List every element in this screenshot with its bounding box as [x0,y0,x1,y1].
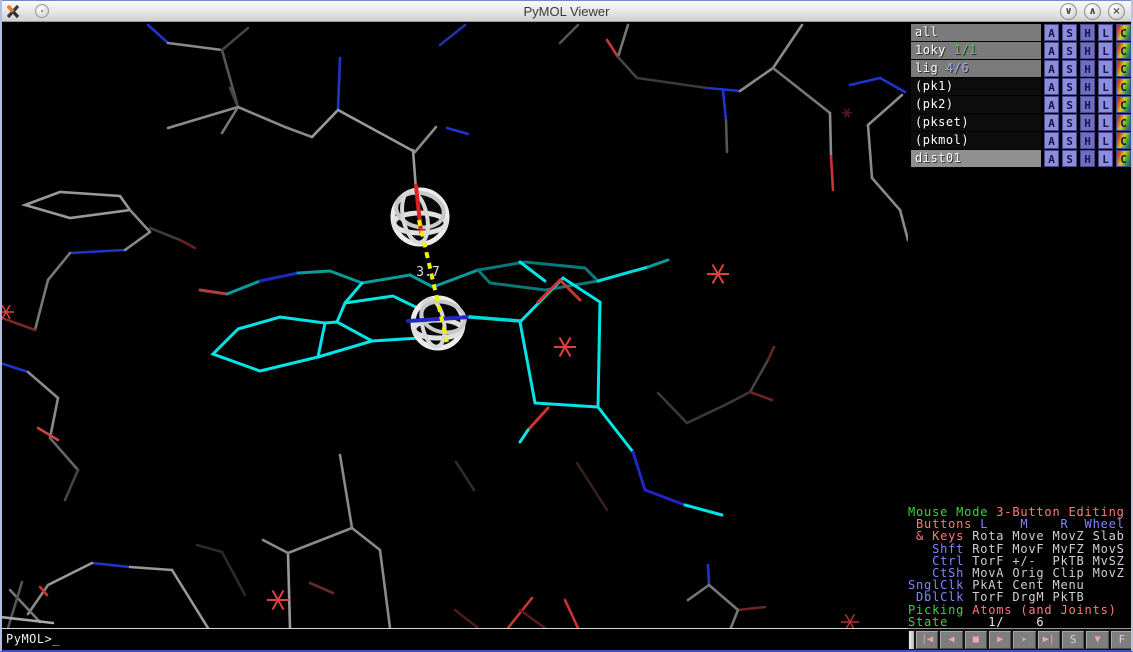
object-row-dist01[interactable]: dist01 ASHLC [911,150,1131,167]
hide-button[interactable]: H [1080,150,1095,167]
molecule-canvas[interactable]: 3.7 [2,22,908,628]
show-button[interactable]: S [1062,150,1077,167]
color-button[interactable]: C [1116,24,1131,41]
object-list: all ASHLC 1oky 1/1 ASHLC lig 4/6 ASHLC (… [908,22,1131,167]
action-button[interactable]: A [1044,78,1059,95]
play-button[interactable]: ▶ [989,631,1011,649]
color-button[interactable]: C [1116,96,1131,113]
action-button[interactable]: A [1044,42,1059,59]
object-state: 4/6 [938,61,969,75]
color-button[interactable]: C [1116,60,1131,77]
label-button[interactable]: L [1098,24,1113,41]
show-button[interactable]: S [1062,78,1077,95]
color-button[interactable]: C [1116,42,1131,59]
label-button[interactable]: L [1098,78,1113,95]
object-name: (pk2) [915,97,954,111]
show-button[interactable]: S [1062,24,1077,41]
show-button[interactable]: S [1062,60,1077,77]
object-name: (pk1) [915,79,954,93]
label-button[interactable]: L [1098,132,1113,149]
cage-sphere-bottom [408,297,520,348]
action-button[interactable]: A [1044,60,1059,77]
object-panel: all ASHLC 1oky 1/1 ASHLC lig 4/6 ASHLC (… [908,22,1131,628]
command-line[interactable]: PyMOL>_ [2,628,908,650]
object-row-pk1[interactable]: (pk1) ASHLC [911,78,1131,95]
titlebar: PyMOL Viewer ∨ ∧ × [0,0,1133,22]
close-icon[interactable]: × [1108,3,1125,20]
stop-button[interactable]: ■ [965,631,987,649]
object-row-pk2[interactable]: (pk2) ASHLC [911,96,1131,113]
object-name: 1oky [915,43,946,57]
scene-button[interactable]: S [1062,631,1084,649]
object-name: (pkset) [915,115,969,129]
skip-start-button[interactable]: |◀ [916,631,938,649]
cage-sphere-top [393,186,447,245]
label-button[interactable]: L [1098,96,1113,113]
hide-button[interactable]: H [1080,60,1095,77]
prompt-label: PyMOL> [6,632,52,646]
label-button[interactable]: L [1098,42,1113,59]
object-name: (pkmol) [915,133,969,147]
color-button[interactable]: C [1116,150,1131,167]
action-button[interactable]: A [1044,150,1059,167]
hide-button[interactable]: H [1080,96,1095,113]
movie-controls: |◀ ◀ ■ ▶ ▸ ▶| S ▼ F [908,628,1133,650]
object-name: dist01 [915,151,961,165]
ligand-lines [200,260,722,515]
skip-end-button[interactable]: ▶| [1038,631,1060,649]
hide-button[interactable]: H [1080,42,1095,59]
show-button[interactable]: S [1062,114,1077,131]
object-row-lig[interactable]: lig 4/6 ASHLC [911,60,1131,77]
text-cursor: _ [52,632,60,646]
action-button[interactable]: A [1044,114,1059,131]
color-button[interactable]: C [1116,78,1131,95]
object-row-1oky[interactable]: 1oky 1/1 ASHLC [911,42,1131,59]
viewport-3d[interactable]: 3.7 [2,22,908,628]
hide-button[interactable]: H [1080,78,1095,95]
hide-button[interactable]: H [1080,132,1095,149]
fullscreen-button[interactable]: F [1111,631,1133,649]
distance-label: 3.7 [416,265,439,280]
panel-scrollbar[interactable] [909,631,914,649]
mouse-mode-panel[interactable]: Mouse Mode 3-Button Editing Buttons L M … [908,506,1131,628]
object-name: lig [915,61,938,75]
water-asterisks [2,109,859,628]
hide-button[interactable]: H [1080,114,1095,131]
action-button[interactable]: A [1044,96,1059,113]
color-button[interactable]: C [1116,132,1131,149]
state-line[interactable]: State 1/ 6 [908,616,1131,628]
object-row-all[interactable]: all ASHLC [911,24,1131,41]
object-state: 1/1 [946,43,977,57]
minimize-icon[interactable]: ∨ [1060,3,1077,20]
window-title: PyMOL Viewer [0,4,1133,19]
action-button[interactable]: A [1044,24,1059,41]
object-row-pkmol[interactable]: (pkmol) ASHLC [911,132,1131,149]
menu-dropdown-button[interactable]: ▼ [1086,631,1108,649]
label-button[interactable]: L [1098,60,1113,77]
label-button[interactable]: L [1098,150,1113,167]
show-button[interactable]: S [1062,132,1077,149]
step-forward-button[interactable]: ▸ [1013,631,1035,649]
hide-button[interactable]: H [1080,24,1095,41]
window-buttons: ∨ ∧ × [1060,3,1125,20]
label-button[interactable]: L [1098,114,1113,131]
step-back-button[interactable]: ◀ [940,631,962,649]
show-button[interactable]: S [1062,96,1077,113]
maximize-icon[interactable]: ∧ [1084,3,1101,20]
object-name: all [915,25,938,39]
action-button[interactable]: A [1044,132,1059,149]
object-row-pkset[interactable]: (pkset) ASHLC [911,114,1131,131]
pymol-window: PyMOL Viewer ∨ ∧ × [0,0,1133,652]
color-button[interactable]: C [1116,114,1131,131]
show-button[interactable]: S [1062,42,1077,59]
